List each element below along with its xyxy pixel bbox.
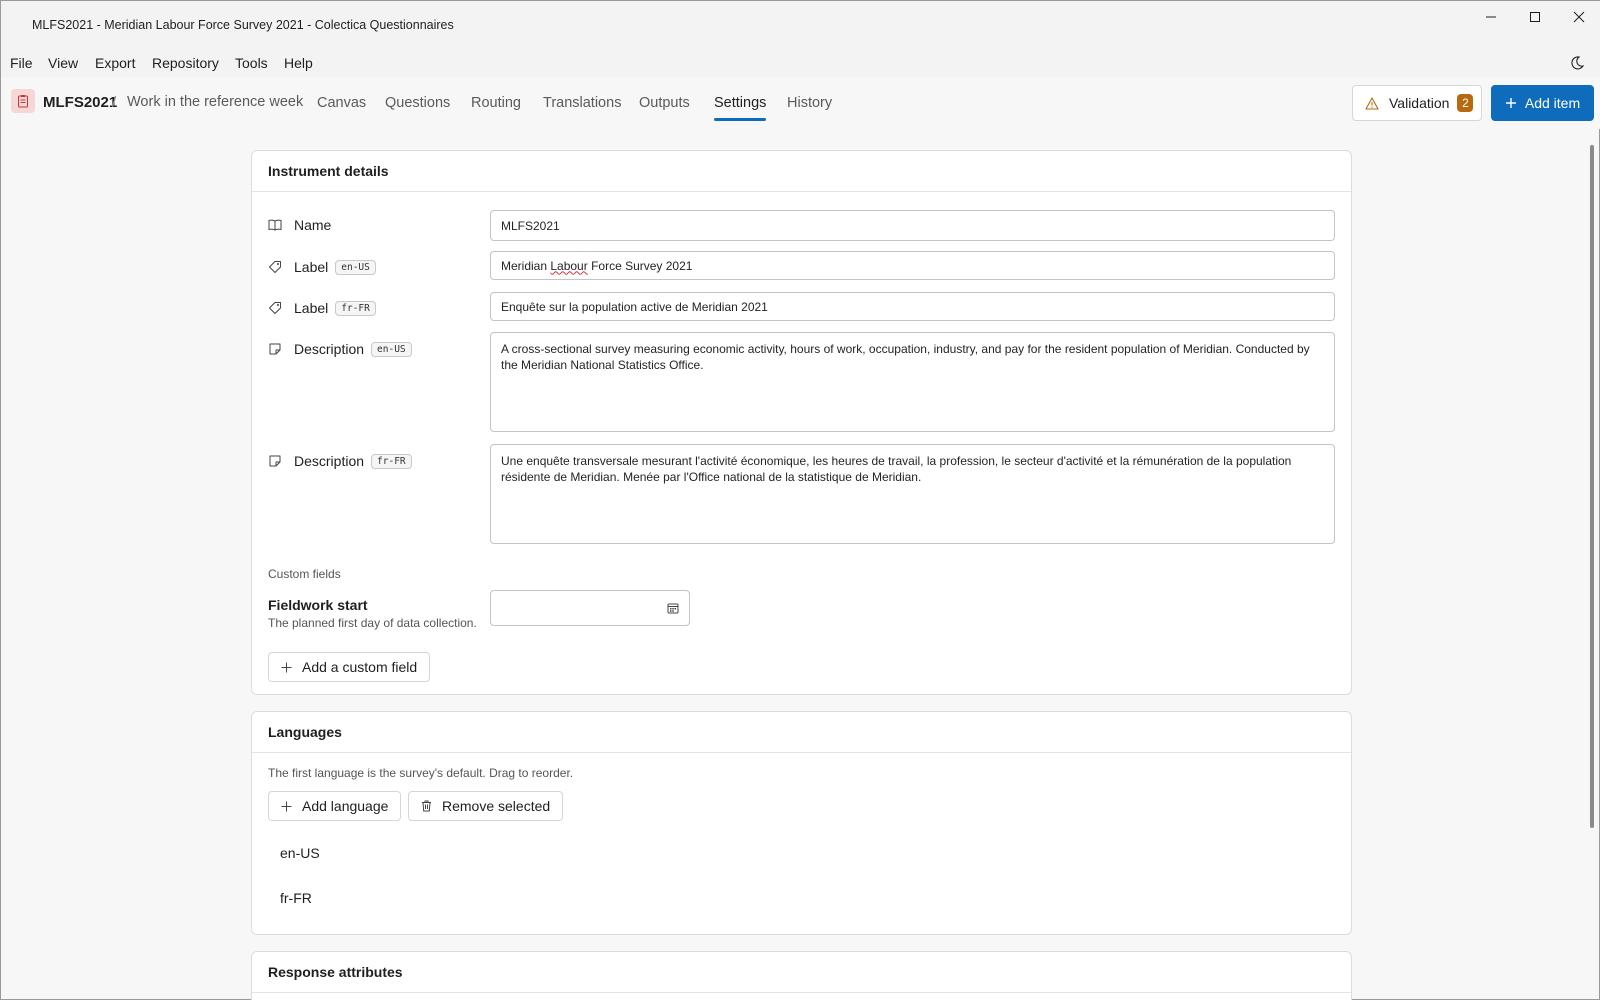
tag-icon xyxy=(268,260,286,274)
minimize-icon xyxy=(1486,16,1496,18)
tab-canvas[interactable]: Canvas xyxy=(317,95,366,111)
tag-icon xyxy=(268,301,286,315)
description-en-field-label: Description en-US xyxy=(268,341,412,357)
label-fr-text: Label xyxy=(294,300,329,316)
trash-icon xyxy=(421,800,432,812)
tab-translations[interactable]: Translations xyxy=(543,95,621,111)
description-fr-text: Description xyxy=(294,453,365,469)
label-en-input[interactable]: Meridian Labour Force Survey 2021 xyxy=(490,251,1335,280)
fieldwork-start-description: The planned first day of data collection… xyxy=(268,616,477,630)
label-fr-field-label: Label fr-FR xyxy=(268,300,376,316)
add-language-label: Add language xyxy=(302,798,389,814)
close-window-button[interactable] xyxy=(1557,1,1600,33)
clipboard-icon xyxy=(11,89,35,113)
label-en-text: Label xyxy=(294,259,329,275)
add-item-label: Add item xyxy=(1524,95,1581,111)
custom-fields-caption: Custom fields xyxy=(268,567,341,581)
add-language-button[interactable]: Add language xyxy=(268,791,402,821)
add-custom-field-button[interactable]: Add a custom field xyxy=(268,652,431,682)
validation-label: Validation xyxy=(1389,95,1450,111)
name-input[interactable]: MLFS2021 xyxy=(490,210,1335,241)
navigation-bar: MLFS2021 / Work in the reference week Ca… xyxy=(1,77,1600,129)
remove-selected-label: Remove selected xyxy=(442,798,551,814)
active-tab-indicator xyxy=(714,118,766,121)
description-fr-textarea[interactable]: Une enquête transversale mesurant l'acti… xyxy=(490,444,1335,544)
close-icon xyxy=(1573,11,1585,23)
label-fr-language-tag: fr-FR xyxy=(335,300,376,316)
response-attributes-header: Response attributes xyxy=(252,952,1351,993)
note-icon xyxy=(268,454,286,468)
note-icon xyxy=(268,342,286,356)
remove-selected-button[interactable]: Remove selected xyxy=(408,791,564,821)
breadcrumb-separator: / xyxy=(112,94,117,111)
menu-tools[interactable]: Tools xyxy=(235,55,268,71)
breadcrumb-root[interactable]: MLFS2021 xyxy=(43,94,117,111)
instrument-details-card: Instrument details Name MLFS2021 Label e… xyxy=(251,150,1352,695)
plus-icon xyxy=(281,662,292,673)
label-en-language-tag: en-US xyxy=(335,259,376,275)
language-item-fr-fr[interactable]: fr-FR xyxy=(280,890,312,906)
calendar-icon[interactable] xyxy=(667,602,679,614)
menu-repository[interactable]: Repository xyxy=(152,55,219,71)
vertical-scrollbar[interactable] xyxy=(1590,145,1594,828)
maximize-icon xyxy=(1530,12,1540,22)
menu-help[interactable]: Help xyxy=(284,55,313,71)
add-custom-field-label: Add a custom field xyxy=(302,659,418,675)
maximize-button[interactable] xyxy=(1513,1,1557,33)
menu-export[interactable]: Export xyxy=(95,55,135,71)
tab-questions[interactable]: Questions xyxy=(385,95,450,111)
validation-count-badge: 2 xyxy=(1457,94,1474,112)
description-en-language-tag: en-US xyxy=(371,341,412,357)
label-en-value-misspelled: Labour xyxy=(550,258,588,273)
label-en-field-label: Label en-US xyxy=(268,259,376,275)
theme-toggle-button[interactable] xyxy=(1569,55,1585,76)
label-en-value-part: Force Survey 2021 xyxy=(587,258,693,273)
language-item-en-us[interactable]: en-US xyxy=(280,845,320,861)
languages-hint: The first language is the survey's defau… xyxy=(268,766,574,780)
moon-icon xyxy=(1571,56,1585,70)
name-field-label: Name xyxy=(268,217,331,233)
description-en-text: Description xyxy=(294,341,365,357)
minimize-button[interactable] xyxy=(1469,1,1513,33)
tab-settings[interactable]: Settings xyxy=(714,95,766,111)
menu-view[interactable]: View xyxy=(48,55,78,71)
instrument-details-header: Instrument details xyxy=(252,151,1351,192)
response-attributes-card: Response attributes xyxy=(251,951,1352,1000)
label-fr-input[interactable]: Enquête sur la population active de Meri… xyxy=(490,292,1335,321)
menu-bar: File View Export Repository Tools Help xyxy=(1,49,1600,77)
plus-icon xyxy=(281,801,292,812)
menu-file[interactable]: File xyxy=(10,55,33,71)
tab-history[interactable]: History xyxy=(787,95,832,111)
fieldwork-start-date-input[interactable] xyxy=(490,590,690,626)
tab-outputs[interactable]: Outputs xyxy=(639,95,690,111)
breadcrumb-current[interactable]: Work in the reference week xyxy=(127,94,303,110)
fieldwork-start-title: Fieldwork start xyxy=(268,597,368,613)
validation-button[interactable]: Validation 2 xyxy=(1352,85,1482,121)
description-fr-language-tag: fr-FR xyxy=(371,453,412,469)
plus-icon xyxy=(1505,94,1517,112)
add-item-button[interactable]: Add item xyxy=(1491,85,1594,121)
book-icon xyxy=(268,219,286,231)
description-fr-field-label: Description fr-FR xyxy=(268,453,412,469)
window-title: MLFS2021 - Meridian Labour Force Survey … xyxy=(32,18,454,32)
label-en-value-part: Meridian xyxy=(501,258,551,273)
tab-routing[interactable]: Routing xyxy=(471,95,521,111)
languages-header: Languages xyxy=(252,712,1351,753)
title-bar: MLFS2021 - Meridian Labour Force Survey … xyxy=(1,1,1600,49)
name-label-text: Name xyxy=(294,217,332,233)
description-en-textarea[interactable]: A cross-sectional survey measuring econo… xyxy=(490,332,1335,432)
languages-card: Languages The first language is the surv… xyxy=(251,711,1352,935)
warning-icon xyxy=(1365,96,1379,110)
